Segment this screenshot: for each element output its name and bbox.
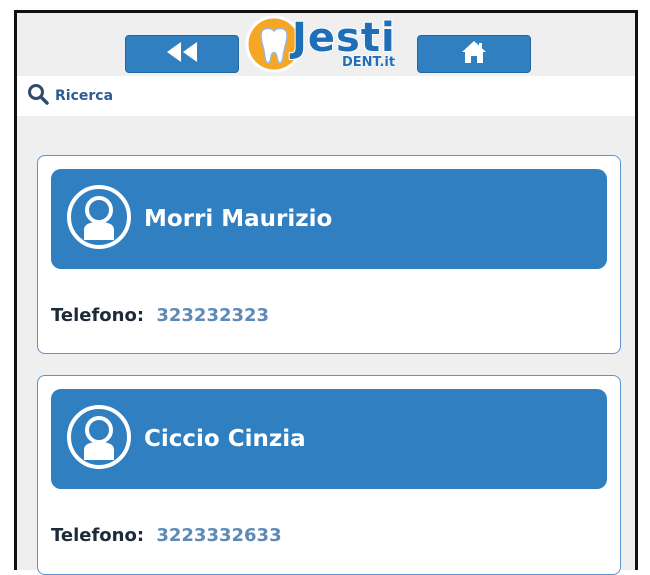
rewind-icon	[164, 41, 200, 67]
user-icon	[66, 184, 132, 254]
search-bar: Ricerca	[17, 76, 635, 116]
contact-name: Ciccio Cinzia	[144, 426, 306, 452]
phone-line: Telefono: 3223332633	[51, 525, 282, 546]
contact-header[interactable]: Morri Maurizio	[51, 169, 607, 269]
home-button[interactable]	[417, 35, 531, 73]
phone-label: Telefono:	[51, 305, 145, 326]
contact-name: Morri Maurizio	[144, 206, 333, 232]
search-link[interactable]: Ricerca	[27, 83, 113, 109]
header: Jesti DENT.it	[17, 13, 635, 79]
phone-link[interactable]: 323232323	[156, 305, 269, 326]
back-button[interactable]	[125, 35, 239, 73]
contact-card: Ciccio Cinzia Telefono: 3223332633	[37, 375, 621, 575]
logo-subtext: DENT.it	[341, 55, 396, 71]
user-icon	[66, 404, 132, 474]
contact-header[interactable]: Ciccio Cinzia	[51, 389, 607, 489]
search-icon	[27, 83, 49, 109]
phone-label: Telefono:	[51, 525, 145, 546]
app-frame: Jesti DENT.it Ricerca Morri Maurizio Tel…	[14, 10, 638, 575]
search-label: Ricerca	[55, 88, 114, 104]
jestident-logo: Jesti DENT.it	[244, 13, 412, 75]
home-icon	[461, 40, 487, 68]
phone-line: Telefono: 323232323	[51, 305, 269, 326]
phone-link[interactable]: 3223332633	[156, 525, 281, 546]
contact-card: Morri Maurizio Telefono: 323232323	[37, 155, 621, 354]
